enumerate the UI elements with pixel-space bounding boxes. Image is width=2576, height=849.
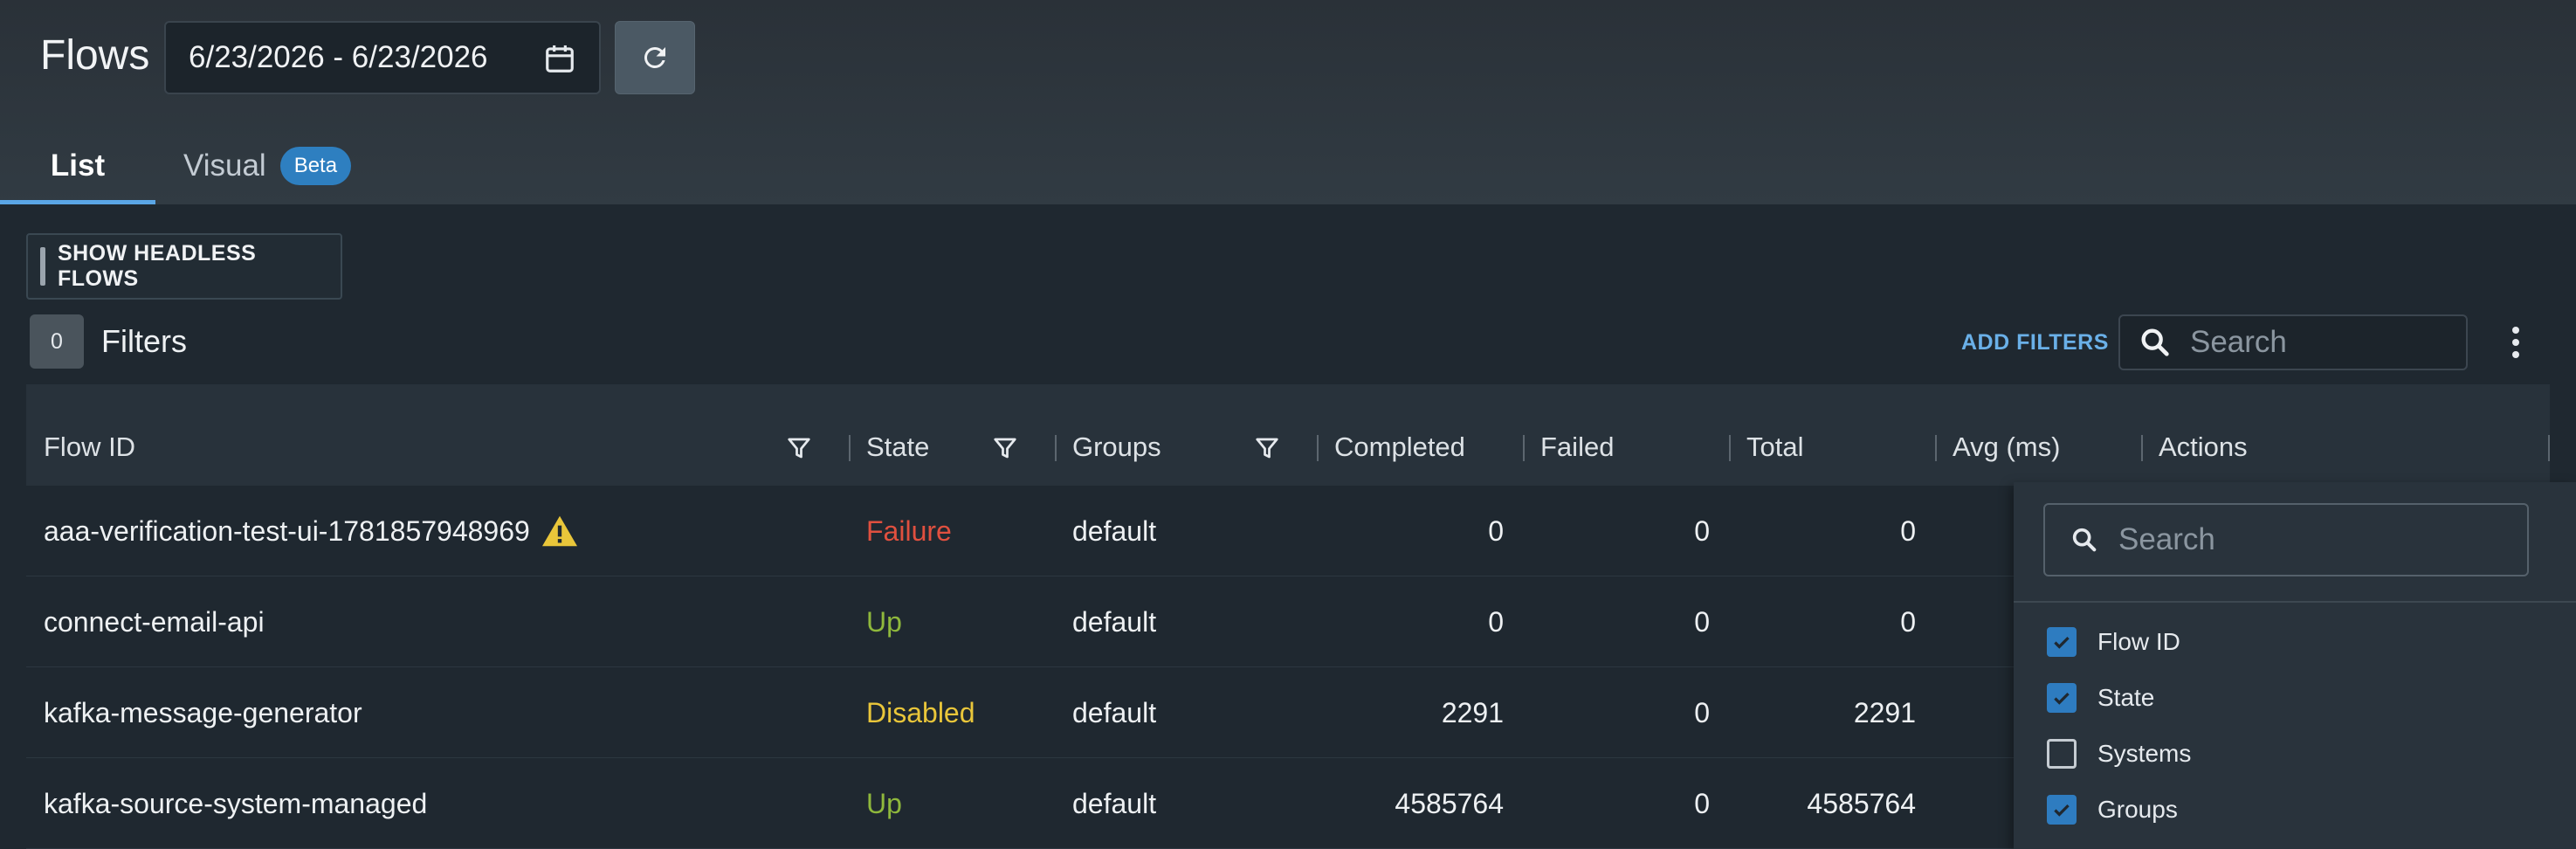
tab-list-label: List xyxy=(50,148,106,183)
column-chooser-panel: Flow ID State Systems Groups xyxy=(2014,482,2576,849)
filters-label: Filters xyxy=(101,323,187,359)
groups-cell: default xyxy=(1072,787,1157,819)
column-option-systems[interactable]: Systems xyxy=(2047,734,2191,774)
flow-search-field[interactable] xyxy=(2118,314,2468,370)
check-icon xyxy=(2054,636,2070,649)
checkbox-checked[interactable] xyxy=(2047,795,2077,825)
table-header: Flow ID State Groups Completed Failed To… xyxy=(26,384,2550,486)
tab-visual-label: Visual xyxy=(183,148,266,183)
date-range-field[interactable]: 6/23/2026 - 6/23/2026 xyxy=(164,21,601,94)
completed-cell: 0 xyxy=(1488,605,1504,638)
failed-cell: 0 xyxy=(1694,514,1710,547)
page-title: Flows xyxy=(40,32,150,79)
failed-cell: 0 xyxy=(1694,605,1710,638)
column-header-groups[interactable]: Groups xyxy=(1072,431,1161,463)
column-option-label: Flow ID xyxy=(2097,628,2180,655)
flow-id-cell[interactable]: kafka-source-system-managed xyxy=(44,758,427,849)
column-header-flow-id[interactable]: Flow ID xyxy=(44,431,135,463)
state-cell: Failure xyxy=(866,514,952,547)
search-icon xyxy=(2141,328,2169,356)
column-separator[interactable] xyxy=(1935,435,1937,461)
total-cell: 2291 xyxy=(1853,696,1916,728)
column-option-label: Groups xyxy=(2097,796,2178,823)
completed-cell: 4585764 xyxy=(1395,787,1504,819)
search-icon xyxy=(2072,528,2097,552)
refresh-icon xyxy=(644,46,665,68)
column-search-input[interactable] xyxy=(2118,522,2503,557)
groups-cell: default xyxy=(1072,605,1157,638)
date-range-value: 6/23/2026 - 6/23/2026 xyxy=(189,40,488,74)
flow-id-cell[interactable]: connect-email-api xyxy=(44,576,265,667)
more-vertical-icon[interactable] xyxy=(2503,323,2529,362)
checkbox-unchecked[interactable] xyxy=(2047,739,2077,769)
refresh-button[interactable] xyxy=(615,21,695,94)
column-option-label: State xyxy=(2097,684,2155,711)
column-search-field[interactable] xyxy=(2043,503,2529,576)
column-separator[interactable] xyxy=(1523,435,1525,461)
state-cell: Up xyxy=(866,787,902,819)
failed-cell: 0 xyxy=(1694,787,1710,819)
column-option-label: Systems xyxy=(2097,740,2192,767)
checkbox-checked[interactable] xyxy=(2047,683,2077,713)
column-option-state[interactable]: State xyxy=(2047,678,2154,718)
column-separator[interactable] xyxy=(2141,435,2143,461)
groups-cell: default xyxy=(1072,514,1157,547)
groups-cell: default xyxy=(1072,696,1157,728)
flow-id-text: kafka-message-generator xyxy=(44,696,362,728)
calendar-icon[interactable] xyxy=(543,42,576,75)
column-header-total[interactable]: Total xyxy=(1746,431,1803,463)
filter-icon[interactable] xyxy=(992,435,1018,461)
filter-icon[interactable] xyxy=(786,435,812,461)
column-header-avg-ms[interactable]: Avg (ms) xyxy=(1953,431,2060,463)
filter-icon[interactable] xyxy=(1254,435,1280,461)
column-separator[interactable] xyxy=(1729,435,1731,461)
add-filters-button[interactable]: ADD FILTERS xyxy=(1961,330,2109,355)
filter-count-badge: 0 xyxy=(30,314,84,369)
flow-id-text: connect-email-api xyxy=(44,605,265,638)
column-separator[interactable] xyxy=(849,435,851,461)
checkbox-checked[interactable] xyxy=(2047,627,2077,657)
check-icon xyxy=(2054,692,2070,705)
tab-list[interactable]: List xyxy=(0,128,155,204)
warning-icon xyxy=(541,515,577,547)
column-header-failed[interactable]: Failed xyxy=(1540,431,1614,463)
total-cell: 4585764 xyxy=(1807,787,1916,819)
show-headless-flows-button[interactable]: SHOW HEADLESS FLOWS xyxy=(26,233,342,300)
completed-cell: 2291 xyxy=(1441,696,1504,728)
failed-cell: 0 xyxy=(1694,696,1710,728)
flow-id-text: aaa-verification-test-ui-1781857948969 xyxy=(44,514,530,547)
column-header-actions: Actions xyxy=(2159,431,2248,462)
total-cell: 0 xyxy=(1900,605,1916,638)
divider xyxy=(2014,601,2576,603)
column-separator[interactable] xyxy=(1055,435,1057,461)
show-headless-flows-label: SHOW HEADLESS FLOWS xyxy=(57,241,257,291)
total-cell: 0 xyxy=(1900,514,1916,547)
column-option-flow-id[interactable]: Flow ID xyxy=(2047,622,2180,662)
state-cell: Disabled xyxy=(866,696,975,728)
column-option-groups[interactable]: Groups xyxy=(2047,790,2178,830)
flow-id-cell[interactable]: kafka-message-generator xyxy=(44,667,362,758)
column-header-completed[interactable]: Completed xyxy=(1334,431,1465,463)
column-separator[interactable] xyxy=(2548,435,2550,461)
tab-visual[interactable]: Visual Beta xyxy=(183,128,352,204)
beta-badge: Beta xyxy=(279,147,352,185)
app-header: Flows 6/23/2026 - 6/23/2026 List Visual … xyxy=(0,0,2576,204)
column-separator[interactable] xyxy=(1317,435,1319,461)
completed-cell: 0 xyxy=(1488,514,1504,547)
toggle-indicator xyxy=(40,247,45,286)
state-cell: Up xyxy=(866,605,902,638)
flow-id-text: kafka-source-system-managed xyxy=(44,787,428,819)
flow-search-input[interactable] xyxy=(2190,325,2452,360)
flow-id-cell[interactable]: aaa-verification-test-ui-1781857948969 xyxy=(44,486,579,576)
column-header-state[interactable]: State xyxy=(866,431,929,463)
check-icon xyxy=(2054,804,2070,817)
